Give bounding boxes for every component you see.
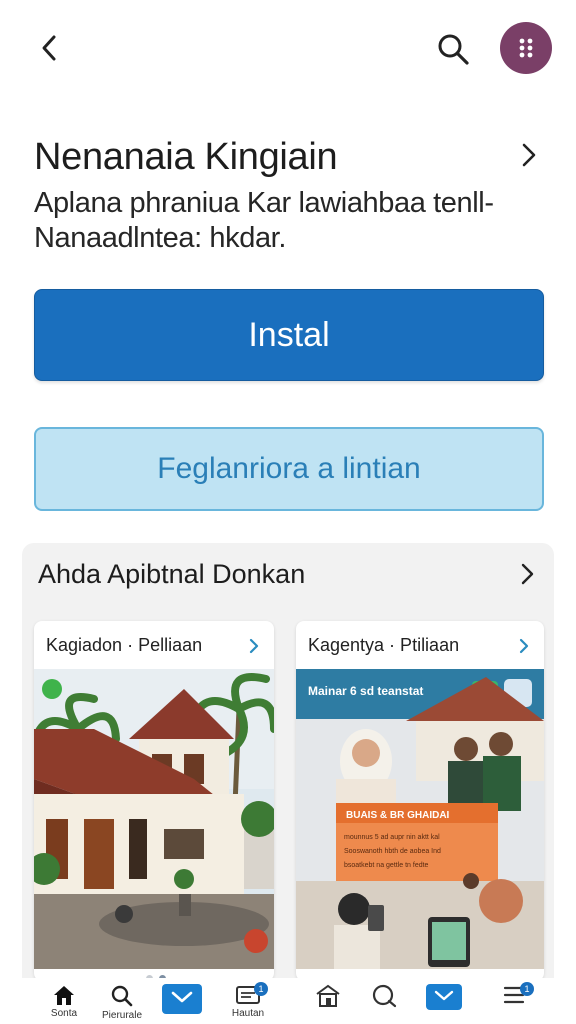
chevron-right-icon [522, 143, 536, 167]
collage-overlay-title: Mainar 6 sd teanstat [308, 684, 423, 698]
search-icon [111, 985, 133, 1007]
section-title: Ahda Apibtnal Donkan [38, 559, 306, 589]
chevron-right-icon [521, 563, 534, 585]
house-garden-photo [34, 669, 274, 969]
secondary-action-button[interactable]: Feglanriora a lintian [34, 427, 544, 511]
card-title: Kagentya · Ptiliaan [308, 635, 460, 655]
people-phones-collage: Mainar 6 sd teanstat BUAIS & BR GHAIDAI … [296, 669, 544, 969]
nav-label: Hautan [231, 1008, 265, 1019]
card-chevron[interactable] [514, 633, 534, 659]
nav-item-inbox[interactable]: 1 Hautan [218, 982, 278, 1024]
app-card[interactable]: Kagiadon · Pelliaan [34, 621, 274, 981]
app-description: Aplana phraniua Kar lawiahbaa tenll- Nan… [34, 186, 504, 256]
chevron-right-icon [249, 638, 259, 654]
additional-apps-section: Ahda Apibtnal Donkan Kagiadon · Pelliaan [22, 543, 554, 1024]
nav-label: Pierurale [101, 1010, 143, 1021]
notification-badge: 1 [254, 982, 268, 996]
grid-dots-icon [519, 38, 533, 58]
home-icon [54, 986, 74, 1005]
mail-icon [171, 991, 193, 1003]
app-card[interactable]: Kagentya · Ptiliaan Mainar 6 sd teanstat [296, 621, 544, 981]
collage-panel-title: BUAIS & BR GHAIDAI [346, 810, 450, 821]
collage-panel-line-1: mounnus 5 ad aupr nin aktt kal [344, 834, 440, 841]
arrow-back-icon [42, 35, 56, 61]
section-more-chevron[interactable] [514, 559, 540, 589]
nav-label: Sonta [50, 1008, 78, 1019]
nav-item-mail-active[interactable] [152, 984, 212, 1024]
chevron-right-icon [519, 638, 529, 654]
install-button[interactable]: Instal [34, 289, 544, 381]
description-line-1: Aplana phraniua Kar lawiahbaa tenll- [34, 187, 494, 219]
nav-item-mail[interactable] [414, 984, 474, 1024]
card-chevron[interactable] [244, 633, 264, 659]
collage-panel-line-2: Sooswanoth hbth de aobea Ind [344, 848, 441, 855]
nav-item-menu[interactable]: 1 [484, 982, 544, 1024]
bottom-navigation: Sonta Pierurale 1 Hautan 1 [22, 978, 554, 1024]
search-icon [438, 34, 469, 65]
card-header: Kagiadon · Pelliaan [34, 621, 274, 671]
search-button[interactable] [432, 28, 474, 70]
nav-item-home[interactable]: Sonta [34, 984, 94, 1024]
back-button[interactable] [30, 28, 70, 68]
nav-active-indicator [426, 984, 462, 1010]
notification-badge: 1 [520, 982, 534, 996]
collage-panel-line-3: bsoatkebt na gettle tn fedte [344, 862, 429, 869]
app-title: Nenanaia Kingiain [34, 136, 338, 178]
top-app-bar [0, 0, 576, 96]
nav-item-store[interactable] [298, 984, 358, 1024]
app-details-chevron[interactable] [514, 138, 544, 172]
app-menu-button[interactable] [500, 22, 552, 74]
card-header: Kagentya · Ptiliaan [296, 621, 544, 671]
description-line-2: Nanaadlntea: hkdar. [34, 222, 286, 254]
mail-icon [434, 990, 454, 1001]
nav-active-indicator [162, 984, 202, 1014]
store-icon [316, 984, 340, 1007]
card-title: Kagiadon · Pelliaan [46, 635, 203, 655]
nav-item-search[interactable]: Pierurale [92, 984, 152, 1024]
nav-item-chat[interactable] [354, 984, 414, 1024]
chat-icon [372, 984, 397, 1008]
